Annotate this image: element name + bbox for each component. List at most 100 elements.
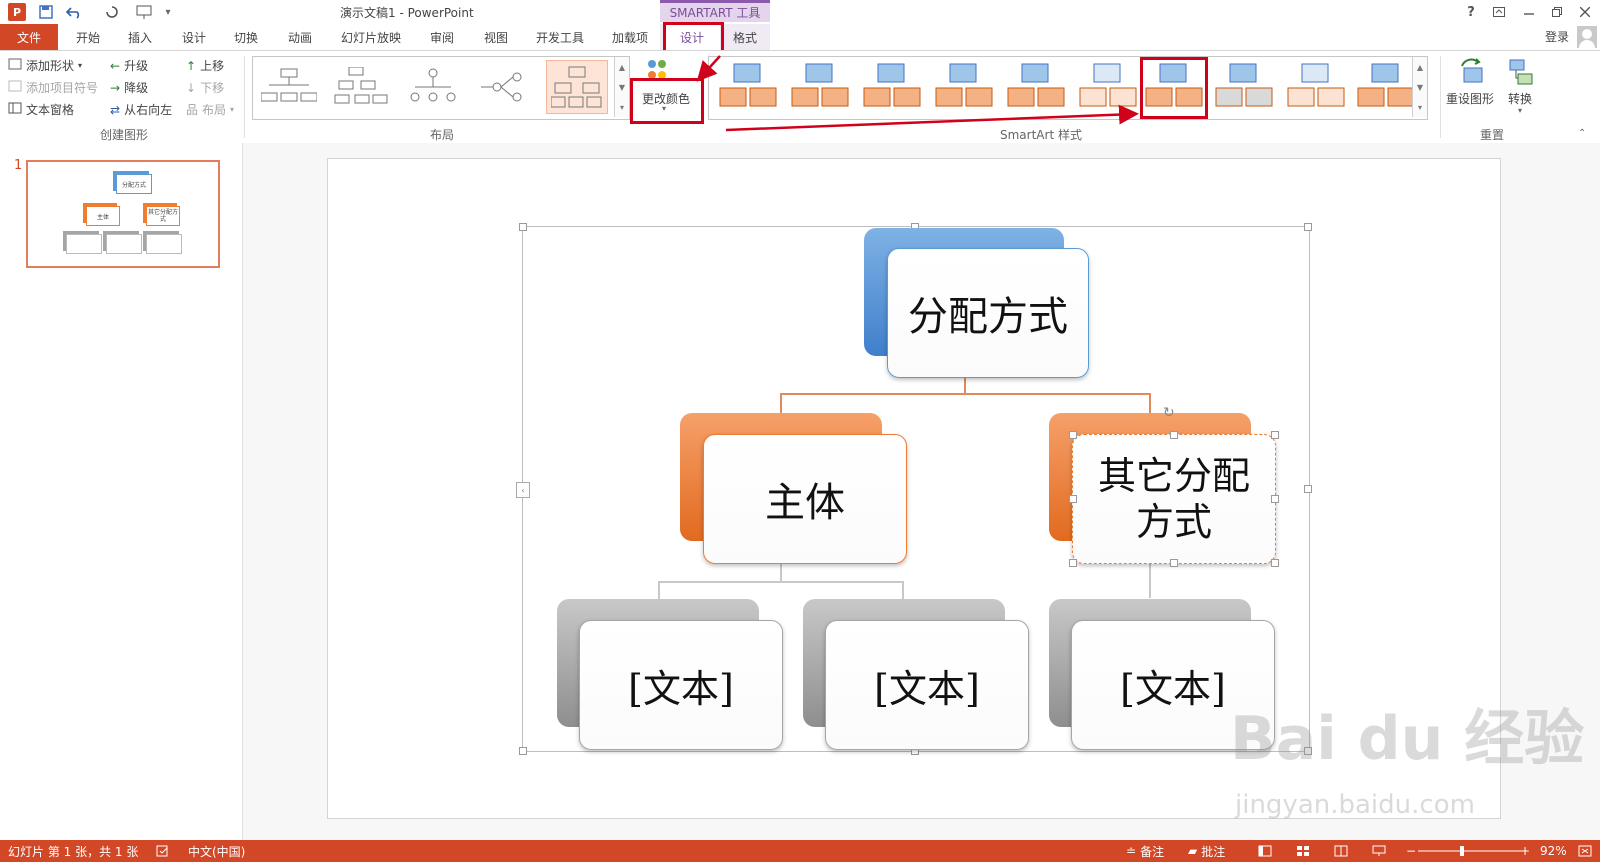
smartart-style-thumb[interactable] [860, 60, 922, 114]
rotate-handle-icon[interactable]: ↻ [1163, 405, 1175, 421]
zoom-slider[interactable] [1418, 840, 1522, 862]
slide-sorter-icon[interactable] [1296, 840, 1310, 862]
layout-gallery-scroll[interactable]: ▲ ▼ ▾ [614, 57, 629, 117]
zoom-level[interactable]: 92% [1540, 840, 1567, 862]
add-shape-button[interactable]: 添加形状 ▾ [8, 57, 82, 74]
comments-button[interactable]: ▰ 批注 [1188, 840, 1225, 862]
divider [244, 56, 245, 138]
layout-button[interactable]: 品布局 ▾ [186, 101, 234, 118]
resize-handle[interactable] [1069, 431, 1077, 439]
scroll-down-icon[interactable]: ▼ [619, 83, 625, 92]
reset-graphic-label: 重设图形 [1446, 92, 1495, 106]
zoom-out-icon[interactable]: − [1406, 840, 1416, 862]
right-to-left-label: 从右向左 [124, 103, 173, 117]
smartart-style-thumb[interactable] [1212, 60, 1274, 114]
node-mid-right[interactable]: 其它分配 方式 [1072, 434, 1276, 564]
layout-label: 布局 [202, 103, 227, 117]
tab-file[interactable]: 文件 [0, 24, 58, 50]
ribbon-display-options-icon[interactable] [1488, 3, 1510, 21]
resize-handle[interactable] [1069, 559, 1077, 567]
smartart-tools-label: SMARTART 工具 [660, 0, 770, 22]
layout-thumb-2[interactable] [330, 60, 392, 114]
fit-slide-icon[interactable] [1578, 840, 1592, 862]
text-pane-toggle[interactable]: ‹ [516, 482, 530, 498]
smartart-style-thumb[interactable] [788, 60, 850, 114]
smartart-style-thumb[interactable] [932, 60, 994, 114]
restore-icon[interactable] [1546, 3, 1568, 21]
convert-button[interactable]: 转换 [1508, 90, 1532, 107]
zoom-in-icon[interactable]: + [1520, 840, 1530, 862]
move-down-button[interactable]: ↓ 下移 [186, 79, 224, 96]
move-up-button[interactable]: ↑ 上移 [186, 57, 224, 74]
tab-view[interactable]: 视图 [470, 24, 522, 50]
tab-design[interactable]: 设计 [168, 24, 220, 50]
scroll-up-icon[interactable]: ▲ [619, 63, 625, 72]
tab-animations[interactable]: 动画 [274, 24, 326, 50]
collapse-ribbon-icon[interactable]: ⌃ [1578, 128, 1586, 139]
minimize-icon[interactable] [1518, 3, 1540, 21]
smartart-style-thumb[interactable] [1004, 60, 1066, 114]
resize-handle[interactable] [519, 747, 527, 755]
smartart-style-thumb[interactable] [716, 60, 778, 114]
tab-review[interactable]: 审阅 [416, 24, 468, 50]
tab-transitions[interactable]: 切换 [220, 24, 272, 50]
watermark-url: jingyan.baidu.com [1235, 790, 1475, 820]
tab-home[interactable]: 开始 [62, 24, 114, 50]
resize-handle[interactable] [1271, 495, 1279, 503]
node-bottom-2[interactable]: [文本] [825, 620, 1029, 750]
resize-handle[interactable] [1170, 431, 1178, 439]
layout-thumb-3[interactable] [402, 60, 464, 114]
close-icon[interactable] [1574, 3, 1596, 21]
more-icon[interactable]: ▾ [1418, 103, 1422, 112]
smartart-style-thumb[interactable] [1284, 60, 1346, 114]
resize-handle[interactable] [1304, 223, 1312, 231]
node-mid-left[interactable]: 主体 [703, 434, 907, 564]
node-bottom-1[interactable]: [文本] [579, 620, 783, 750]
redo-icon[interactable] [102, 2, 122, 22]
notes-label: 备注 [1140, 844, 1165, 859]
node-top[interactable]: 分配方式 [887, 248, 1089, 378]
thumb-box-bottom-2 [106, 234, 142, 254]
tab-developer[interactable]: 开发工具 [528, 24, 592, 50]
smartart-style-thumb[interactable] [1354, 60, 1416, 114]
slideshow-icon[interactable] [1372, 840, 1386, 862]
scroll-up-icon[interactable]: ▲ [1417, 63, 1423, 72]
resize-handle[interactable] [1271, 431, 1279, 439]
normal-view-icon[interactable] [1258, 840, 1272, 862]
right-to-left-button[interactable]: ⇄ 从右向左 [110, 101, 172, 118]
tab-insert[interactable]: 插入 [114, 24, 166, 50]
layout-thumb-5-selected[interactable] [546, 60, 608, 114]
customize-toolbar-icon[interactable]: ▾ [158, 2, 178, 22]
resize-handle[interactable] [1069, 495, 1077, 503]
help-icon[interactable]: ? [1460, 3, 1482, 21]
resize-handle[interactable] [1271, 559, 1279, 567]
arrow-up-icon: ↑ [186, 58, 197, 73]
language-indicator[interactable]: 中文(中国) [188, 840, 245, 862]
add-bullet-button[interactable]: 添加项目符号 [8, 79, 98, 96]
presenter-icon[interactable] [134, 2, 154, 22]
styles-gallery-scroll[interactable]: ▲ ▼ ▾ [1412, 57, 1427, 117]
avatar[interactable] [1577, 26, 1597, 48]
demote-button[interactable]: → 降级 [110, 79, 148, 96]
undo-icon[interactable] [64, 2, 84, 22]
login-link[interactable]: 登录 [1545, 28, 1569, 45]
resize-handle[interactable] [1170, 559, 1178, 567]
promote-button[interactable]: ← 升级 [110, 57, 148, 74]
resize-handle[interactable] [519, 223, 527, 231]
resize-handle[interactable] [1304, 485, 1312, 493]
save-icon[interactable] [36, 2, 56, 22]
smartart-style-thumb[interactable] [1076, 60, 1138, 114]
tab-format[interactable]: 格式 [720, 24, 770, 50]
spell-check-icon[interactable] [156, 840, 170, 862]
reset-graphic-button[interactable]: 重设图形 [1446, 90, 1494, 107]
notes-button[interactable]: ≐ 备注 [1126, 840, 1164, 862]
scroll-down-icon[interactable]: ▼ [1417, 83, 1423, 92]
reading-view-icon[interactable] [1334, 840, 1348, 862]
tab-addins[interactable]: 加载项 [604, 24, 656, 50]
text-pane-button[interactable]: 文本窗格 [8, 101, 74, 118]
layout-thumb-1[interactable] [258, 60, 320, 114]
tab-slideshow[interactable]: 幻灯片放映 [333, 24, 409, 50]
layout-thumb-4[interactable] [474, 60, 536, 114]
more-icon[interactable]: ▾ [620, 103, 624, 112]
slide-thumbnail[interactable]: 分配方式 主体 其它分配方式 [26, 160, 220, 268]
